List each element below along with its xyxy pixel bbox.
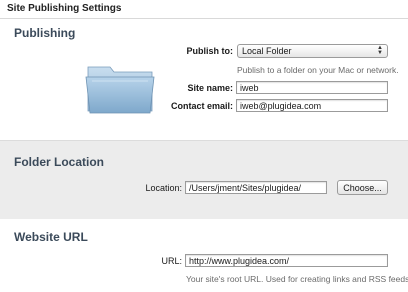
location-label: Location: [145,183,182,193]
publishing-heading: Publishing [14,26,76,40]
folder-icon [85,66,155,114]
url-field[interactable]: http://www.plugidea.com/ [185,254,388,267]
site-name-label: Site name: [187,83,233,93]
publish-to-label: Publish to: [186,46,234,56]
window-title: Site Publishing Settings [7,3,122,14]
contact-email-label: Contact email: [170,101,233,111]
contact-email-field[interactable]: iweb@plugidea.com [236,99,388,112]
url-hint: Your site's root URL. Used for creating … [186,274,408,284]
publish-to-select[interactable]: Local Folder ▲ ▼ [237,44,388,58]
choose-button[interactable]: Choose... [337,180,388,195]
window-titlebar: Site Publishing Settings [0,0,408,19]
site-name-field[interactable]: iweb [236,81,388,94]
publish-to-value: Local Folder [242,46,292,56]
publish-to-hint: Publish to a folder on your Mac or netwo… [237,65,399,75]
select-arrows-icon: ▲ ▼ [377,45,383,56]
website-url-heading: Website URL [14,230,88,244]
url-label: URL: [161,256,182,266]
publishing-section: Publishing Publish to: Local Folder ▲ ▼ P… [0,19,408,140]
folder-location-section: Folder Location Location: /Users/jment/S… [0,140,408,220]
folder-location-heading: Folder Location [14,155,104,169]
location-field[interactable]: /Users/jment/Sites/plugidea/ [185,181,327,194]
website-url-section: Website URL URL: http://www.plugidea.com… [0,219,408,292]
